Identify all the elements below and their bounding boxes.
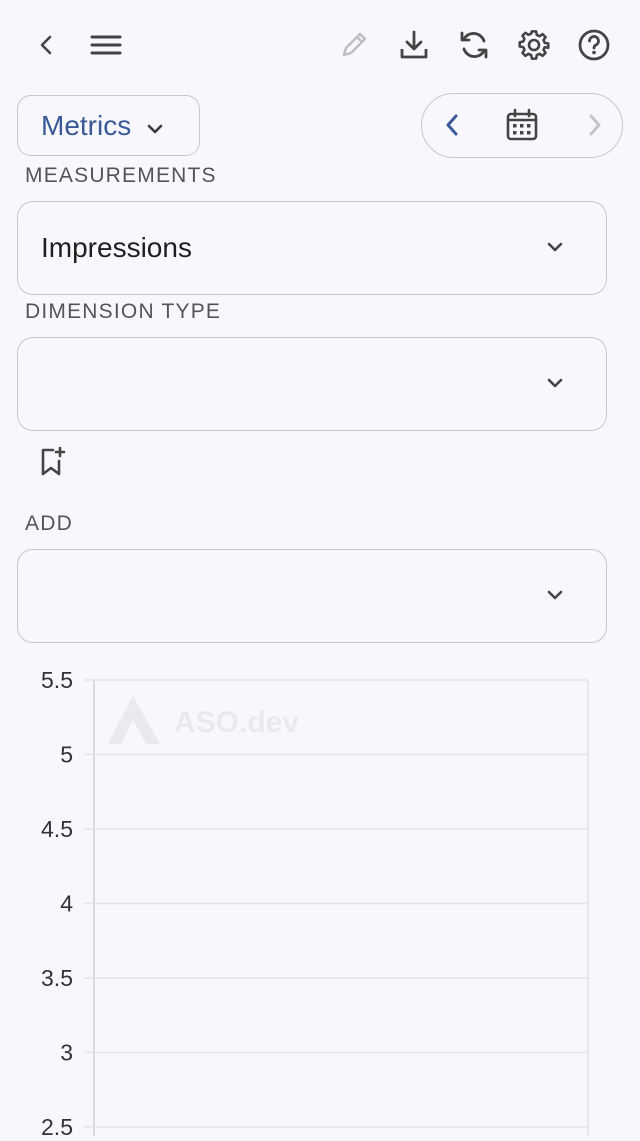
next-period-button[interactable] bbox=[570, 94, 620, 156]
refresh-icon[interactable] bbox=[452, 23, 496, 67]
bookmark-add-icon bbox=[41, 446, 66, 476]
add-bookmark-button[interactable] bbox=[32, 440, 72, 484]
toolbar bbox=[0, 0, 640, 92]
measurements-select[interactable]: Impressions bbox=[17, 201, 607, 295]
chevron-down-icon bbox=[546, 376, 564, 394]
y-tick-label: 5 bbox=[60, 742, 73, 768]
chevron-down-icon bbox=[147, 110, 163, 142]
download-icon[interactable] bbox=[392, 23, 436, 67]
y-tick-label: 3.5 bbox=[41, 965, 73, 991]
settings-icon[interactable] bbox=[512, 23, 556, 67]
measurements-label: MEASUREMENTS bbox=[25, 164, 217, 187]
help-icon[interactable] bbox=[572, 23, 616, 67]
chart-svg: ASO.dev 5.5 5 4.5 4 3.5 3 2.5 bbox=[41, 667, 589, 1140]
dimension-type-label: DIMENSION TYPE bbox=[25, 300, 222, 323]
menu-icon[interactable] bbox=[84, 23, 128, 67]
chevron-left-icon bbox=[446, 114, 458, 136]
watermark-text: ASO.dev bbox=[174, 706, 299, 739]
y-tick-label: 3 bbox=[60, 1040, 73, 1066]
chart: ASO.dev 5.5 5 4.5 4 3.5 3 2.5 bbox=[0, 660, 640, 1140]
calendar-icon bbox=[506, 108, 538, 141]
y-tick-label: 5.5 bbox=[41, 667, 73, 693]
measurements-value: Impressions bbox=[41, 232, 192, 263]
calendar-button[interactable] bbox=[497, 94, 547, 156]
date-navigator bbox=[421, 93, 623, 158]
chevron-down-icon bbox=[546, 588, 564, 606]
add-label: ADD bbox=[25, 512, 73, 535]
y-tick-label: 4.5 bbox=[41, 816, 73, 842]
y-tick-label: 4 bbox=[60, 891, 73, 917]
dimension-type-select[interactable] bbox=[17, 337, 607, 431]
add-select[interactable] bbox=[17, 549, 607, 643]
aso-logo-watermark: ASO.dev bbox=[108, 696, 299, 744]
metrics-dropdown-button[interactable]: Metrics bbox=[17, 95, 200, 156]
metrics-button-label: Metrics bbox=[41, 109, 132, 141]
chevron-down-icon bbox=[546, 240, 564, 258]
y-tick-label: 2.5 bbox=[41, 1114, 73, 1136]
edit-icon[interactable] bbox=[332, 23, 376, 67]
back-icon[interactable] bbox=[24, 23, 68, 67]
previous-period-button[interactable] bbox=[427, 94, 477, 156]
chevron-right-icon bbox=[589, 114, 601, 136]
